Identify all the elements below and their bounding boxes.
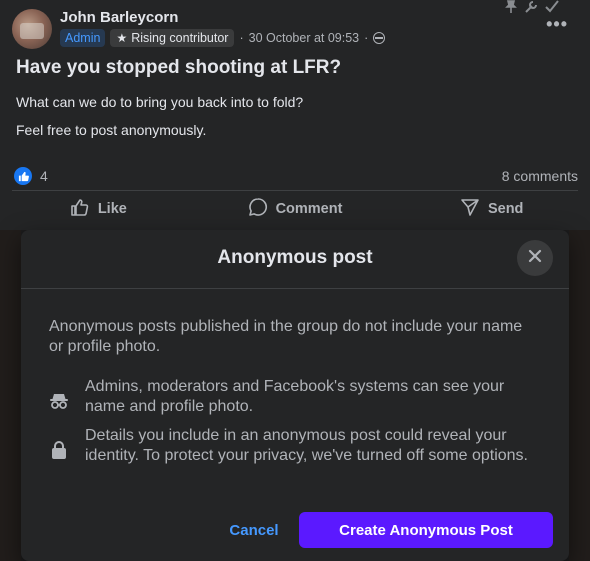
group-post: John Barleycorn Admin ★ Rising contribut… <box>0 0 590 230</box>
create-anonymous-post-button[interactable]: Create Anonymous Post <box>299 512 553 548</box>
like-reaction-icon <box>14 167 32 185</box>
incognito-icon <box>49 377 69 417</box>
modal-backdrop[interactable] <box>569 230 590 561</box>
more-options-icon[interactable]: ••• <box>546 14 568 35</box>
modal-backdrop[interactable] <box>0 230 21 561</box>
post-body-line: What can we do to bring you back into to… <box>16 94 304 110</box>
author-avatar[interactable] <box>12 9 52 49</box>
info-text: Details you include in an anonymous post… <box>85 427 528 464</box>
lock-icon <box>49 426 69 466</box>
divider <box>21 288 569 289</box>
post-title: Have you stopped shooting at LFR? <box>16 57 342 78</box>
globe-icon[interactable] <box>373 32 386 44</box>
star-icon: ★ <box>116 31 128 45</box>
rising-contributor-label: Rising contributor <box>131 31 229 45</box>
info-item: Admins, moderators and Facebook's system… <box>49 377 539 417</box>
dialog-title: Anonymous post <box>217 247 373 268</box>
post-body-line: Feel free to post anonymously. <box>16 122 207 138</box>
cancel-button[interactable]: Cancel <box>217 512 291 548</box>
anonymous-post-dialog: Anonymous post Anonymous posts published… <box>21 230 569 561</box>
post-actions: Like Comment Send <box>0 194 590 224</box>
meta-separator: · <box>364 31 369 45</box>
comment-button[interactable]: Comment <box>197 194 394 224</box>
comments-count[interactable]: 8 comments <box>502 168 578 184</box>
send-button[interactable]: Send <box>393 194 590 224</box>
post-meta: Admin ★ Rising contributor · 30 October … <box>60 29 386 47</box>
info-item: Details you include in an anonymous post… <box>49 426 539 466</box>
rising-contributor-badge[interactable]: ★ Rising contributor <box>110 29 235 47</box>
admin-badge[interactable]: Admin <box>60 29 106 47</box>
close-icon <box>528 249 542 268</box>
send-icon <box>460 197 480 221</box>
divider <box>12 190 578 191</box>
wrench-icon[interactable] <box>524 0 538 17</box>
author-name[interactable]: John Barleycorn <box>60 9 178 26</box>
like-button[interactable]: Like <box>0 194 197 224</box>
send-label: Send <box>487 201 524 217</box>
pin-icon[interactable] <box>504 0 518 17</box>
like-label: Like <box>97 201 127 217</box>
post-timestamp[interactable]: 30 October at 09:53 <box>249 31 360 45</box>
close-button[interactable] <box>517 240 553 276</box>
comment-label: Comment <box>275 201 343 217</box>
reactions-summary[interactable]: 4 <box>14 167 48 185</box>
thumbs-up-icon <box>70 197 90 221</box>
comment-icon <box>248 197 268 221</box>
like-count: 4 <box>40 168 48 184</box>
meta-separator: · <box>239 31 244 45</box>
info-text: Admins, moderators and Facebook's system… <box>85 378 505 415</box>
dialog-intro-text: Anonymous posts published in the group d… <box>49 318 523 355</box>
